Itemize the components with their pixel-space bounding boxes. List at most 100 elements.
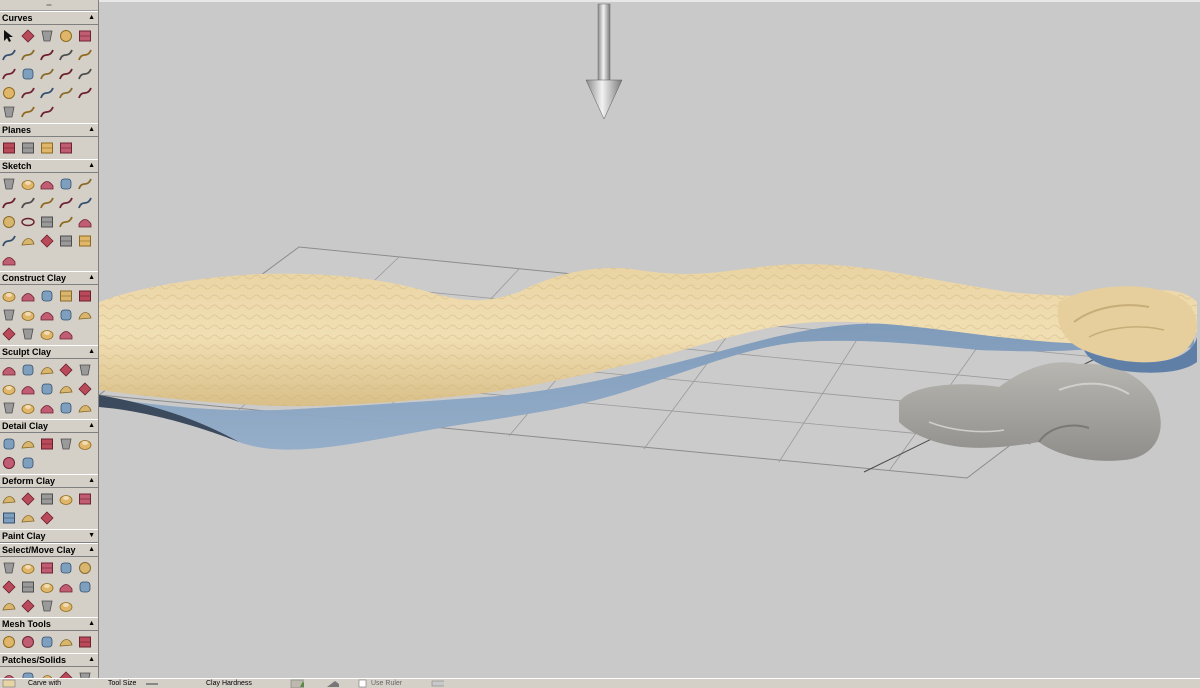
rounded-block-icon[interactable] xyxy=(39,28,55,44)
clay-wire-icon[interactable] xyxy=(39,326,55,342)
move-piece-icon[interactable] xyxy=(1,579,17,595)
mirror-sketch-icon[interactable] xyxy=(77,214,93,230)
ellipse-icon[interactable] xyxy=(20,214,36,230)
section-header-detail-clay[interactable]: Detail Clay▲ xyxy=(0,419,98,433)
wire-box-icon[interactable] xyxy=(77,28,93,44)
detail-color-icon[interactable] xyxy=(77,436,93,452)
undo-sketch-icon[interactable] xyxy=(1,252,17,268)
dodge-icon[interactable] xyxy=(58,400,74,416)
carve-icon[interactable] xyxy=(1,362,17,378)
select-piece-icon[interactable] xyxy=(1,560,17,576)
helix-curve-icon[interactable] xyxy=(39,85,55,101)
pipe-curve-icon[interactable] xyxy=(58,66,74,82)
clay-sweep-icon[interactable] xyxy=(77,307,93,323)
sketch-pencil-icon[interactable] xyxy=(58,176,74,192)
detail-smudge-icon[interactable] xyxy=(20,455,36,471)
zigzag-curve-icon[interactable] xyxy=(20,104,36,120)
clay-round-icon[interactable] xyxy=(1,307,17,323)
layer-clay-icon[interactable] xyxy=(20,400,36,416)
select-arrow-icon[interactable] xyxy=(1,28,17,44)
clay-cube-icon[interactable] xyxy=(77,288,93,304)
move-axis-icon[interactable] xyxy=(77,579,93,595)
snap-grid-icon[interactable] xyxy=(77,233,93,249)
collapse-arrow-icon[interactable]: ▲ xyxy=(88,160,95,172)
ruled-surface-icon[interactable] xyxy=(1,104,17,120)
sphere-curve-icon[interactable] xyxy=(58,28,74,44)
arc-icon[interactable] xyxy=(58,195,74,211)
polyline-icon[interactable] xyxy=(1,195,17,211)
mirror-piece-icon[interactable] xyxy=(58,598,74,614)
spiral-curve-icon[interactable] xyxy=(1,47,17,63)
deform-lattice-icon[interactable] xyxy=(20,510,36,526)
clay-hand-icon[interactable] xyxy=(1,288,17,304)
clay-box-icon[interactable] xyxy=(58,288,74,304)
deform-tile-icon[interactable] xyxy=(39,491,55,507)
project-curve-icon[interactable] xyxy=(39,47,55,63)
select-wedge-icon[interactable] xyxy=(58,560,74,576)
plane-grid-icon[interactable] xyxy=(20,140,36,156)
3d-viewport[interactable] xyxy=(99,0,1200,678)
freehand-icon[interactable] xyxy=(20,195,36,211)
sketch-curve-icon[interactable] xyxy=(77,176,93,192)
deform-warp-icon[interactable] xyxy=(58,491,74,507)
burn-icon[interactable] xyxy=(39,400,55,416)
section-header-mesh-tools[interactable]: Mesh Tools▲ xyxy=(0,617,98,631)
spring-curve-icon[interactable] xyxy=(77,85,93,101)
detail-emboss-icon[interactable] xyxy=(1,436,17,452)
collapse-arrow-icon[interactable]: ▲ xyxy=(88,544,95,556)
deform-box-icon[interactable] xyxy=(77,491,93,507)
mesh-ball-icon[interactable] xyxy=(20,634,36,650)
select-paint-icon[interactable] xyxy=(20,560,36,576)
attract-icon[interactable] xyxy=(77,362,93,378)
clay-extrude-icon[interactable] xyxy=(20,307,36,323)
inflate-icon[interactable] xyxy=(77,381,93,397)
arc-tangent-icon[interactable] xyxy=(77,195,93,211)
smooth-clay-icon[interactable] xyxy=(39,362,55,378)
move-pink-icon[interactable] xyxy=(39,579,55,595)
plane-icon[interactable] xyxy=(1,140,17,156)
move-star-icon[interactable] xyxy=(58,579,74,595)
spline-icon[interactable] xyxy=(1,233,17,249)
twist-curve-icon[interactable] xyxy=(58,85,74,101)
move-cube-icon[interactable] xyxy=(20,579,36,595)
collapse-arrow-icon[interactable]: ▲ xyxy=(88,654,95,666)
deform-bend-icon[interactable] xyxy=(1,491,17,507)
pull-icon[interactable] xyxy=(1,400,17,416)
circle-curve-icon[interactable] xyxy=(1,85,17,101)
grid-fill-icon[interactable] xyxy=(58,233,74,249)
deform-pattern-icon[interactable] xyxy=(39,510,55,526)
plane-move-icon[interactable] xyxy=(58,140,74,156)
ellipsoid-icon[interactable] xyxy=(20,28,36,44)
select-sphere-icon[interactable] xyxy=(77,560,93,576)
deform-plane-icon[interactable] xyxy=(1,510,17,526)
area-icon[interactable] xyxy=(58,362,74,378)
section-header-construct-clay[interactable]: Construct Clay▲ xyxy=(0,271,98,285)
clay-rotate-icon[interactable] xyxy=(39,307,55,323)
circle-icon[interactable] xyxy=(1,214,17,230)
offset-curve-icon[interactable] xyxy=(20,85,36,101)
pinch-icon[interactable] xyxy=(58,381,74,397)
copy-piece-icon[interactable] xyxy=(39,598,55,614)
rotate-piece-icon[interactable] xyxy=(20,598,36,614)
crossing-curve-icon[interactable] xyxy=(58,214,74,230)
clay-wedge-icon[interactable] xyxy=(20,288,36,304)
section-header-deform-clay[interactable]: Deform Clay▲ xyxy=(0,474,98,488)
mesh-cone-icon[interactable] xyxy=(39,634,55,650)
layer-icon[interactable] xyxy=(39,233,55,249)
sketch-line-icon[interactable] xyxy=(39,195,55,211)
section-header-sculpt-clay[interactable]: Sculpt Clay▲ xyxy=(0,345,98,359)
extract-curve-icon[interactable] xyxy=(58,47,74,63)
emboss-icon[interactable] xyxy=(39,381,55,397)
trim-curve-icon[interactable] xyxy=(77,47,93,63)
rectangle-icon[interactable] xyxy=(39,214,55,230)
blend-curve-icon[interactable] xyxy=(77,66,93,82)
collapse-arrow-icon[interactable]: ▲ xyxy=(88,618,95,630)
clay-pipe-icon[interactable] xyxy=(1,326,17,342)
collapse-arrow-icon[interactable]: ▲ xyxy=(88,420,95,432)
collapse-arrow-icon[interactable]: ▲ xyxy=(88,346,95,358)
mesh-prism-icon[interactable] xyxy=(58,634,74,650)
groove-icon[interactable] xyxy=(1,381,17,397)
mirror-curve-icon[interactable] xyxy=(39,66,55,82)
select-box-icon[interactable] xyxy=(39,560,55,576)
clay-shell-icon[interactable] xyxy=(58,326,74,342)
